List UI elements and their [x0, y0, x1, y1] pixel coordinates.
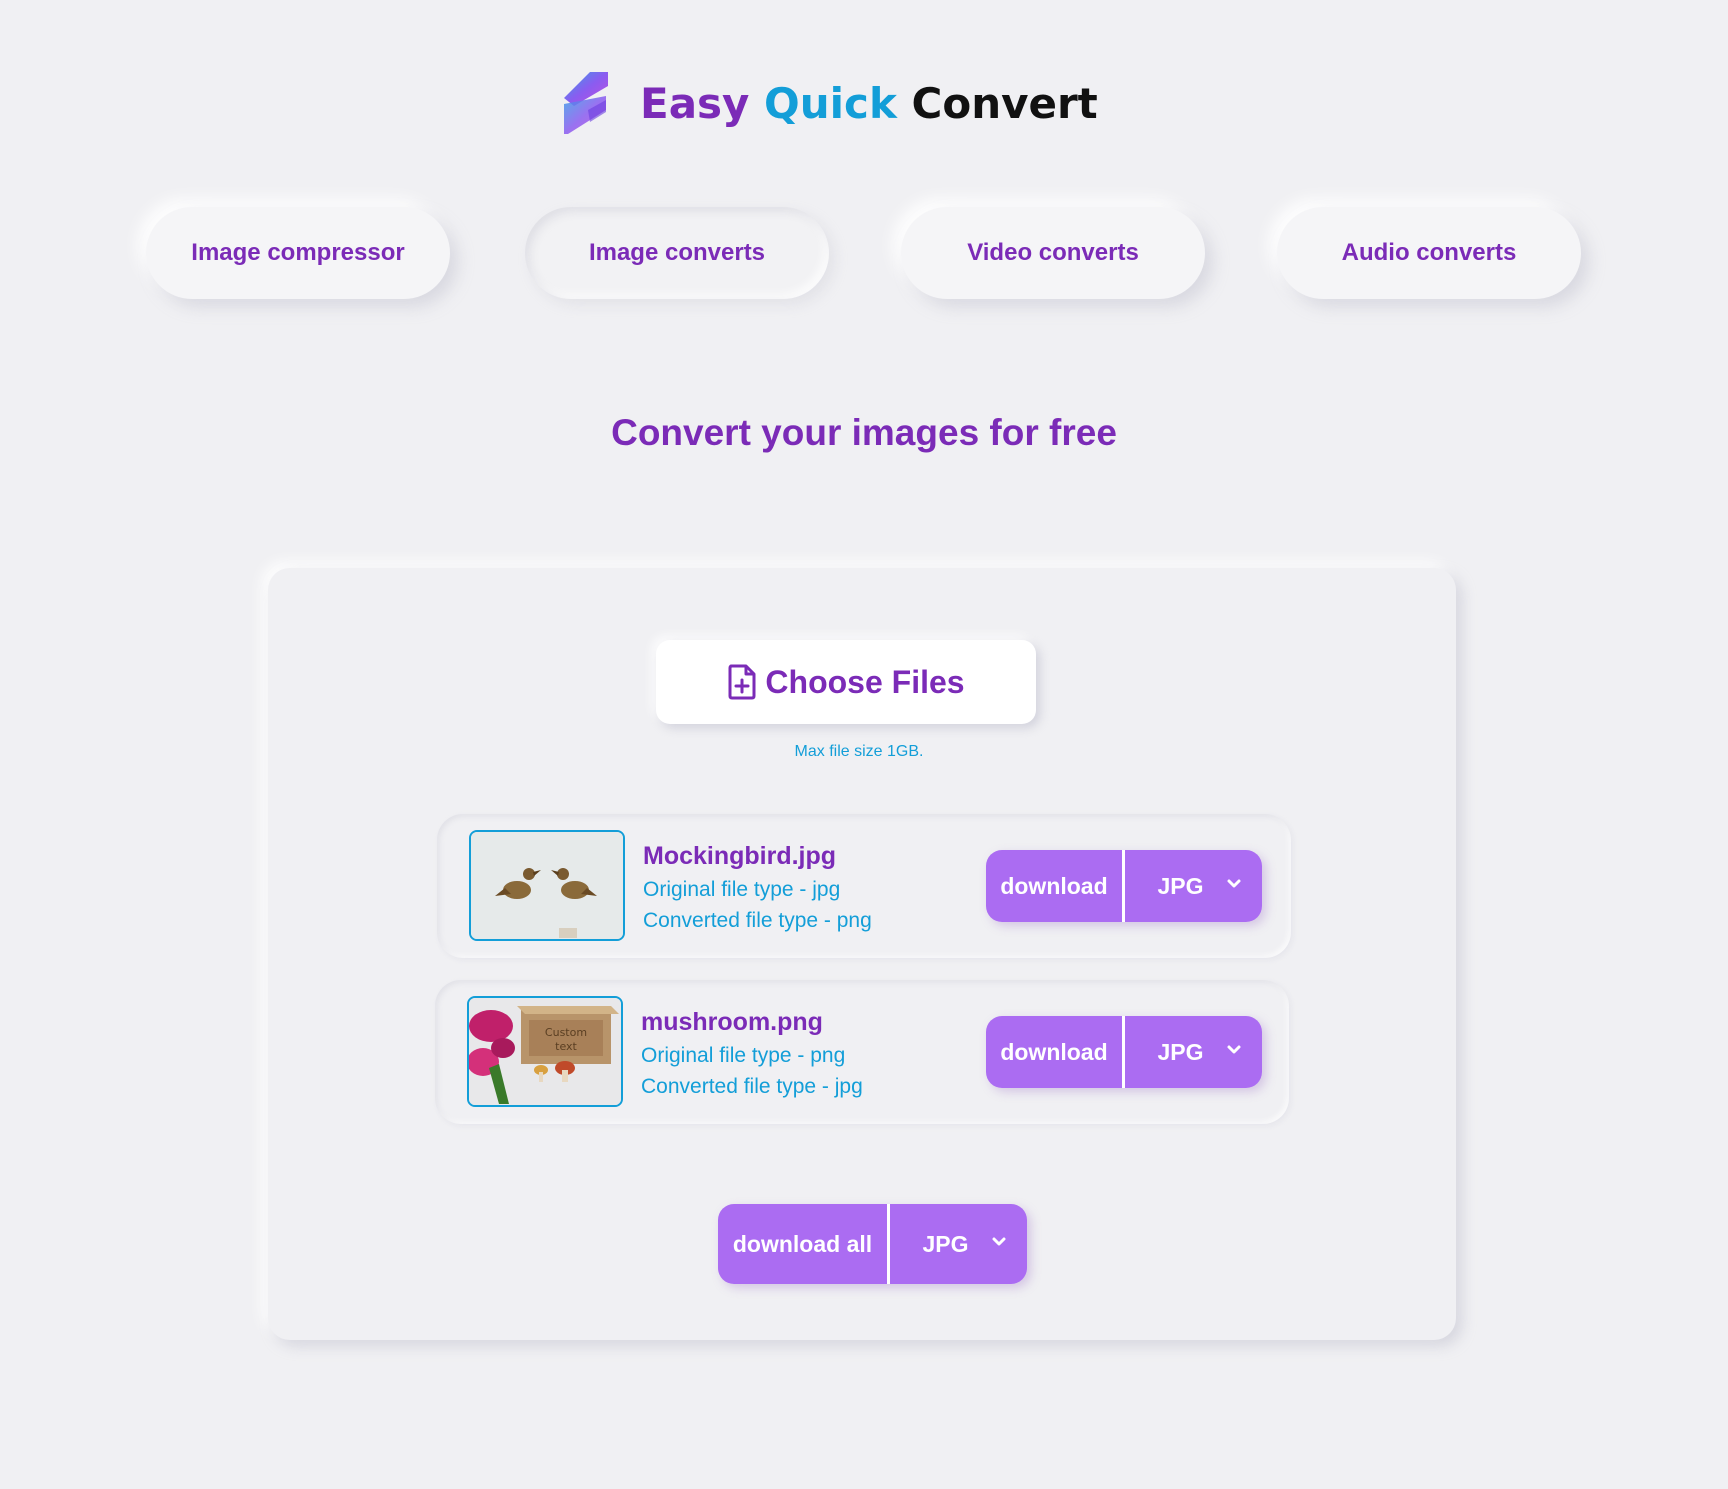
download-split-button: download JPG [986, 1016, 1262, 1088]
logo-mark-icon [564, 72, 608, 134]
nav-label: Video converts [967, 239, 1139, 266]
nav-audio-converts[interactable]: Audio converts [1277, 207, 1581, 299]
file-name: mushroom.png [641, 1008, 823, 1036]
brand-word-quick: Quick [764, 78, 897, 128]
file-thumbnail[interactable]: Custom text [467, 996, 623, 1107]
format-value: JPG [1157, 1038, 1204, 1065]
nav-video-converts[interactable]: Video converts [901, 207, 1205, 299]
brand-word-easy: Easy [640, 78, 750, 128]
original-file-type: Original file type - png [641, 1044, 846, 1067]
chevron-down-icon [992, 1237, 1006, 1246]
format-select[interactable]: JPG [1125, 850, 1262, 922]
nav-label: Image converts [588, 239, 766, 266]
mockingbird-thumbnail-image [471, 832, 623, 939]
file-row: Mockingbird.jpg Original file type - jpg… [437, 814, 1291, 958]
format-select[interactable]: JPG [1125, 1016, 1262, 1088]
format-value: JPG [1157, 872, 1204, 899]
choose-files-button[interactable]: Choose Files [656, 640, 1036, 724]
nav-image-converts[interactable]: Image converts [525, 207, 829, 299]
original-file-type: Original file type - jpg [643, 878, 841, 901]
nav-label: Audio converts [1341, 239, 1517, 266]
download-all-button[interactable]: download all [718, 1204, 890, 1284]
svg-text:Custom: Custom [545, 1026, 587, 1039]
download-button[interactable]: download [986, 850, 1125, 922]
brand-word-convert: Convert [911, 78, 1098, 128]
nav-label: Image compressor [191, 239, 405, 266]
download-button[interactable]: download [986, 1016, 1125, 1088]
converted-file-type: Converted file type - png [643, 909, 872, 932]
format-select[interactable]: JPG [890, 1204, 1027, 1284]
file-name: Mockingbird.jpg [643, 842, 837, 870]
nav-image-compressor[interactable]: Image compressor [146, 207, 450, 299]
file-row: Custom text mushroom.png Original file t… [435, 980, 1289, 1124]
converted-file-type: Converted file type - jpg [641, 1075, 863, 1098]
download-all-split-button: download all JPG [718, 1204, 1027, 1284]
brand-name: Easy Quick Convert [640, 79, 1098, 128]
brand-logo[interactable]: Easy Quick Convert [560, 66, 1098, 140]
chevron-down-icon [1227, 1045, 1241, 1054]
page-title: Convert your images for free [611, 412, 1117, 453]
max-file-size-note: Max file size 1GB. [794, 743, 924, 760]
download-split-button: download JPG [986, 850, 1262, 922]
format-value: JPG [922, 1230, 969, 1257]
mushroom-thumbnail-image: Custom text [469, 998, 621, 1105]
svg-text:text: text [555, 1040, 577, 1053]
choose-files-label: Choose Files [765, 663, 965, 700]
page: Easy Quick Convert Image compressor Imag… [0, 0, 1728, 1489]
chevron-down-icon [1227, 879, 1241, 888]
file-thumbnail[interactable] [469, 830, 625, 941]
file-plus-icon [728, 664, 756, 700]
